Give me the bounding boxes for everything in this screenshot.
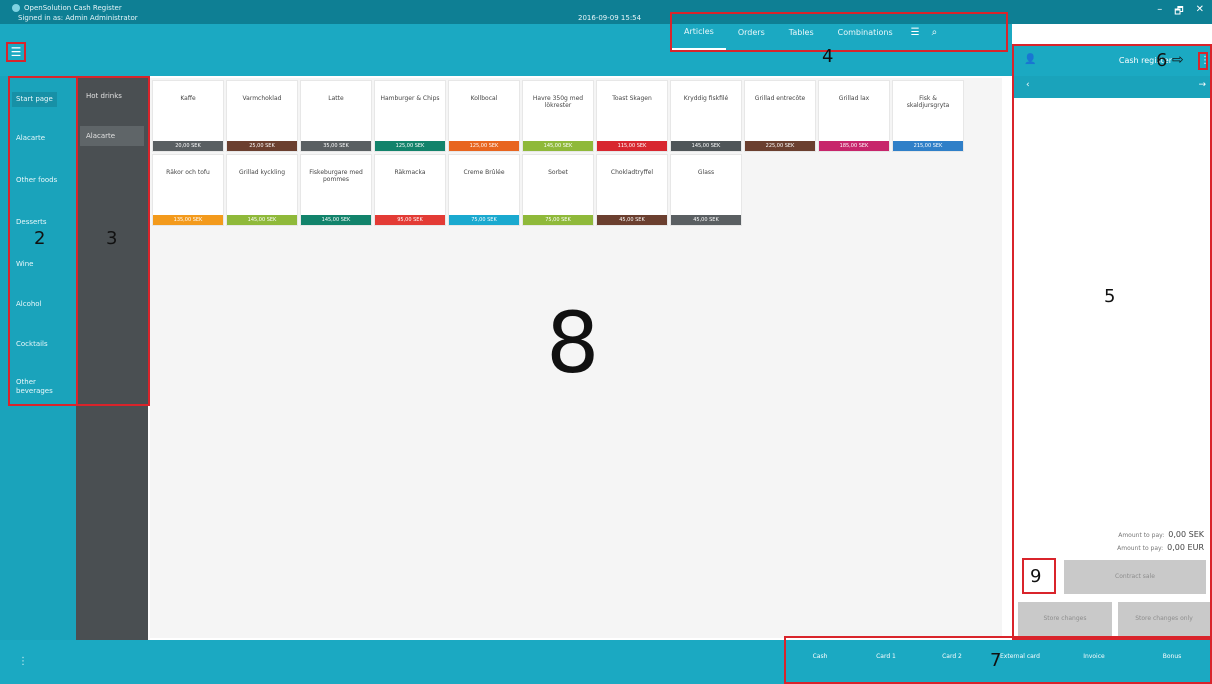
article-tile[interactable]: Kollbocal 125,00 SEK [448, 80, 520, 152]
article-price: 95,00 SEK [375, 215, 445, 225]
article-tile[interactable]: Kaffe 20,00 SEK [152, 80, 224, 152]
marker-3: 3 [106, 228, 118, 249]
article-tile[interactable]: Glass 45,00 SEK [670, 154, 742, 226]
app-title: OpenSolution Cash Register [12, 4, 122, 12]
marker-9: 9 [1030, 566, 1042, 587]
article-price: 75,00 SEK [449, 215, 519, 225]
window-controls: – 🗗 ✕ [1157, 4, 1204, 21]
tab-tables[interactable]: Tables [777, 14, 826, 50]
title-bar: OpenSolution Cash Register Signed in as:… [0, 0, 1212, 24]
article-price: 20,00 SEK [153, 141, 223, 151]
bottom-menu-icon[interactable]: ⋮ [18, 656, 28, 667]
article-name: Sorbet [548, 169, 568, 176]
restore-icon[interactable]: 🗗 [1174, 4, 1183, 21]
minimize-icon[interactable]: – [1157, 4, 1162, 21]
article-tile[interactable]: Räkor och tofu 135,00 SEK [152, 154, 224, 226]
article-tile[interactable]: Räkmacka 95,00 SEK [374, 154, 446, 226]
article-name: Varmchoklad [242, 95, 282, 102]
article-tile[interactable]: Creme Brûlée 75,00 SEK [448, 154, 520, 226]
article-name: Havre 350g med lökrester [532, 95, 584, 109]
article-price: 145,00 SEK [301, 215, 371, 225]
article-price: 135,00 SEK [153, 215, 223, 225]
article-price: 225,00 SEK [745, 141, 815, 151]
app-logo-icon [12, 4, 20, 12]
tab-orders[interactable]: Orders [726, 14, 777, 50]
article-price: 185,00 SEK [819, 141, 889, 151]
article-price: 45,00 SEK [597, 215, 667, 225]
menu-icon: ☰ [10, 45, 22, 59]
article-price: 125,00 SEK [375, 141, 445, 151]
article-name: Kryddig fiskfilé [683, 95, 729, 102]
article-tile[interactable]: Latte 35,00 SEK [300, 80, 372, 152]
marker-6: 6 [1156, 50, 1168, 71]
article-name: Chokladtryffel [610, 169, 654, 176]
article-price: 45,00 SEK [671, 215, 741, 225]
article-tile[interactable]: Chokladtryffel 45,00 SEK [596, 154, 668, 226]
cash-register-window: OpenSolution Cash Register Signed in as:… [0, 0, 1212, 684]
article-tile[interactable]: Toast Skagen 115,00 SEK [596, 80, 668, 152]
article-tile[interactable]: Fiskeburgare med pommes 145,00 SEK [300, 154, 372, 226]
tab-combinations[interactable]: Combinations [826, 14, 905, 50]
article-price: 35,00 SEK [301, 141, 371, 151]
article-name: Kollbocal [470, 95, 498, 102]
app-name: OpenSolution Cash Register [24, 4, 122, 12]
article-tile[interactable]: Havre 350g med lökrester 145,00 SEK [522, 80, 594, 152]
article-name: Räkor och tofu [166, 169, 210, 176]
date-time: 2016-09-09 15:54 [578, 14, 642, 22]
article-price: 145,00 SEK [523, 141, 593, 151]
marker-2: 2 [34, 228, 46, 249]
article-price: 145,00 SEK [671, 141, 741, 151]
article-name: Räkmacka [394, 169, 426, 176]
article-tile[interactable]: Grillad kyckling 145,00 SEK [226, 154, 298, 226]
article-price: 145,00 SEK [227, 215, 297, 225]
article-name: Creme Brûlée [463, 169, 505, 176]
article-name: Glass [697, 169, 715, 176]
article-name: Hamburger & Chips [380, 95, 440, 102]
view-tabs: Articles Orders Tables Combinations ☰ ⌕ [670, 12, 1008, 52]
article-price: 25,00 SEK [227, 141, 297, 151]
sort-icon[interactable]: ☰ [905, 27, 926, 38]
close-icon[interactable]: ✕ [1196, 4, 1204, 21]
menu-button[interactable]: ☰ [6, 42, 26, 62]
article-tile[interactable]: Sorbet 75,00 SEK [522, 154, 594, 226]
article-name: Grillad lax [838, 95, 870, 102]
search-icon[interactable]: ⌕ [926, 27, 944, 38]
receipt-panel-highlight [1012, 44, 1212, 640]
article-name: Kaffe [180, 95, 196, 102]
marker-8: 8 [546, 294, 600, 392]
marker-4: 4 [822, 46, 834, 67]
article-tile[interactable]: Kryddig fiskfilé 145,00 SEK [670, 80, 742, 152]
signed-in-label: Signed in as: Admin Administrator [18, 14, 138, 22]
article-tile[interactable]: Varmchoklad 25,00 SEK [226, 80, 298, 152]
article-name: Grillad entrecôte [754, 95, 806, 102]
article-tile[interactable]: Grillad entrecôte 225,00 SEK [744, 80, 816, 152]
article-name: Fiskeburgare med pommes [309, 169, 363, 183]
article-price: 115,00 SEK [597, 141, 667, 151]
tab-articles[interactable]: Articles [672, 14, 726, 50]
article-tile[interactable]: Fisk & skaldjursgryta 215,00 SEK [892, 80, 964, 152]
article-name: Fisk & skaldjursgryta [906, 95, 950, 109]
article-name: Grillad kyckling [238, 169, 286, 176]
article-price: 125,00 SEK [449, 141, 519, 151]
article-tile[interactable]: Hamburger & Chips 125,00 SEK [374, 80, 446, 152]
article-tile[interactable]: Grillad lax 185,00 SEK [818, 80, 890, 152]
article-name: Toast Skagen [612, 95, 652, 102]
marker-5: 5 [1104, 286, 1116, 307]
article-price: 215,00 SEK [893, 141, 963, 151]
marker-7: 7 [990, 650, 1002, 671]
article-price: 75,00 SEK [523, 215, 593, 225]
article-name: Latte [328, 95, 344, 102]
arrow-right-icon: ⇨ [1172, 52, 1184, 68]
